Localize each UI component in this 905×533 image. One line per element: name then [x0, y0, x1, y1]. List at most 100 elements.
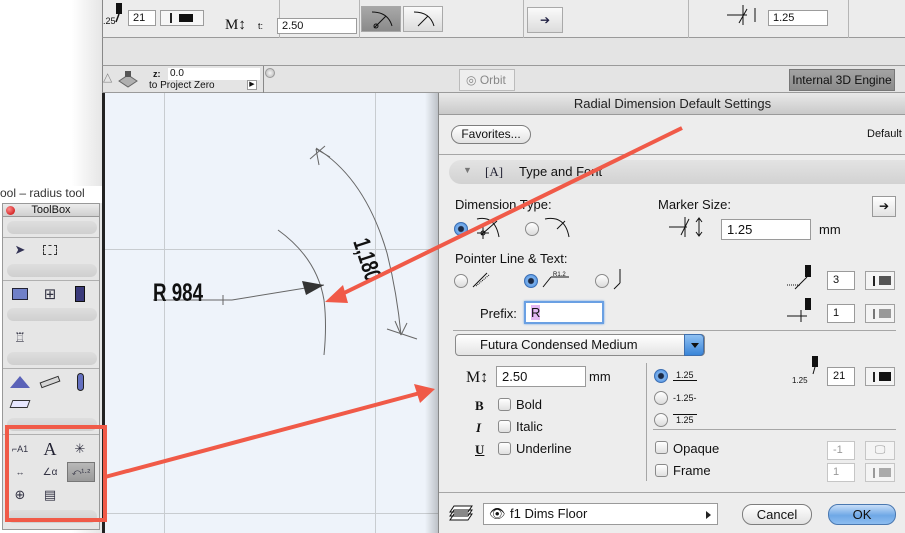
radial-with-center-button[interactable]: [361, 6, 401, 32]
radial-without-center-button[interactable]: [403, 6, 443, 32]
frame-pen-swatch[interactable]: [865, 463, 895, 482]
text-size-unit: mm: [589, 369, 611, 384]
beam-tool[interactable]: [39, 372, 61, 392]
opaque-checkbox[interactable]: [655, 441, 668, 454]
bold-icon: B: [475, 398, 484, 413]
marker-pen-field[interactable]: 1: [827, 304, 855, 323]
elevation-dimension-tool[interactable]: ⊕: [9, 485, 31, 505]
text-pen-field[interactable]: 21: [827, 367, 855, 386]
prefix-field[interactable]: R: [524, 301, 604, 324]
text-position-center-radio[interactable]: [654, 391, 668, 405]
default-label: Default: [867, 128, 902, 140]
layer-dropdown[interactable]: 👁 f1 Dims Floor: [483, 503, 718, 525]
window-tool[interactable]: ⊞: [39, 284, 61, 304]
text-icon: A: [43, 438, 57, 459]
arrow-marker-icon: ➔: [539, 13, 551, 27]
toolbox-group-header[interactable]: [7, 308, 97, 321]
dimension-tool[interactable]: ⌐A1: [9, 439, 31, 459]
column-icon: [76, 373, 84, 391]
radial-dimension-settings-dialog: Radial Dimension Default Settings Favori…: [438, 93, 905, 533]
disclosure-triangle-icon[interactable]: ▼: [463, 165, 472, 175]
pointer-option-3-radio[interactable]: [595, 274, 609, 288]
text-height-field[interactable]: 2.50: [277, 18, 357, 34]
level-dimension-tool[interactable]: ↔: [9, 462, 31, 482]
slab-tool[interactable]: [9, 394, 31, 414]
text-position-below-radio[interactable]: [654, 413, 668, 427]
marker-type-button[interactable]: ➔: [527, 7, 563, 33]
dialog-title: Radial Dimension Default Settings: [439, 93, 905, 115]
toolbox-group-header[interactable]: [7, 352, 97, 365]
text-pen-swatch[interactable]: [865, 367, 895, 386]
dimension-type-radio-with-center[interactable]: [454, 222, 468, 236]
3d-engine-button[interactable]: Internal 3D Engine: [789, 69, 895, 91]
dimension-type-radio-without-center[interactable]: [525, 222, 539, 236]
pointer-pen-swatch[interactable]: [865, 271, 895, 290]
radial-dimension-icon: ⤺¹·²: [71, 466, 91, 477]
door-tool[interactable]: [69, 284, 91, 304]
label-tool[interactable]: ▤: [39, 485, 61, 505]
marker-size-field[interactable]: 1.25: [721, 219, 811, 240]
marker-size-field[interactable]: 1.25: [768, 10, 828, 26]
angle-dimension-tool[interactable]: ∠α: [39, 462, 61, 482]
angle-dimension-icon: ∠α: [42, 466, 58, 478]
object-tool[interactable]: ♖: [9, 328, 31, 348]
dimension-type-label: Dimension Type:: [455, 197, 552, 212]
reference-menu-button[interactable]: ▶: [247, 80, 257, 90]
pointer-option-2-radio[interactable]: [524, 274, 538, 288]
hotspot-tool[interactable]: ✳: [69, 439, 91, 459]
wall-icon: [12, 288, 28, 300]
toolbox-group-header[interactable]: [7, 418, 97, 431]
text-position-above-radio[interactable]: [654, 369, 668, 383]
font-dropdown[interactable]: Futura Condensed Medium: [455, 334, 705, 356]
ok-button[interactable]: OK: [828, 504, 896, 525]
arrow-marker-icon: ➔: [878, 199, 890, 213]
bold-checkbox[interactable]: [498, 398, 511, 411]
close-icon[interactable]: [6, 206, 15, 215]
type-font-icon: [A]: [485, 164, 504, 179]
toolbox-group-header[interactable]: [7, 510, 97, 523]
standard-toolbar: △ z: 0.0 to Project Zero ▶ ◎ Orbit Inter…: [102, 66, 905, 93]
level-dimension-icon: ↔: [15, 467, 25, 477]
pen-color-swatch[interactable]: [160, 10, 204, 26]
roof-tool[interactable]: [9, 372, 31, 392]
pointer-arrowhead: [302, 281, 324, 295]
frame-checkbox[interactable]: [655, 464, 668, 477]
cancel-button[interactable]: Cancel: [742, 504, 812, 525]
pen-size-label: .25: [103, 16, 116, 26]
favorites-button[interactable]: Favorites...: [451, 125, 531, 144]
italic-checkbox[interactable]: [498, 420, 511, 433]
text-size-field[interactable]: 2.50: [496, 366, 586, 387]
layers-icon: [449, 505, 473, 521]
pen-number-field[interactable]: 21: [128, 10, 156, 26]
toolbox-titlebar[interactable]: ToolBox: [3, 204, 99, 217]
pointer-option-1-radio[interactable]: [454, 274, 468, 288]
background-pen-button[interactable]: 🖵: [865, 441, 895, 460]
pointer-horizontal-icon: R1.2: [542, 272, 569, 288]
text-tool[interactable]: A: [39, 439, 61, 459]
frame-pen-field[interactable]: 1: [827, 463, 855, 482]
elevation-field[interactable]: 0.0: [168, 68, 260, 80]
prefix-label: Prefix:: [480, 306, 517, 321]
italic-icon: I: [476, 420, 482, 435]
marquee-tool[interactable]: [39, 240, 61, 260]
text-size-icon: M↕: [466, 369, 489, 386]
toolbox-group-header[interactable]: [7, 264, 97, 277]
column-tool[interactable]: [69, 372, 91, 392]
eye-icon: 👁: [489, 506, 506, 521]
orbit-button[interactable]: ◎ Orbit: [459, 69, 515, 91]
toolbox-group-header[interactable]: [7, 221, 97, 234]
radial-dimension-tool[interactable]: ⤺¹·²: [67, 462, 95, 482]
arrow-tool[interactable]: ➤: [9, 240, 31, 260]
wall-tool[interactable]: [9, 284, 31, 304]
toolbox-title: ToolBox: [31, 204, 71, 216]
marker-type-button[interactable]: ➔: [872, 196, 896, 217]
marker-pen-swatch[interactable]: [865, 304, 895, 323]
opaque-pen-field[interactable]: -1: [827, 441, 855, 460]
radius-dimension-text[interactable]: R 984: [153, 279, 203, 308]
type-and-font-panel-header[interactable]: ▼ [A] Type and Font: [449, 160, 905, 184]
radial-dimension-icon: [371, 11, 393, 29]
chevron-down-icon[interactable]: [684, 334, 704, 356]
underline-checkbox[interactable]: [498, 442, 511, 455]
drawing-canvas[interactable]: R 984 1,180: [102, 93, 440, 533]
pointer-pen-field[interactable]: 3: [827, 271, 855, 290]
